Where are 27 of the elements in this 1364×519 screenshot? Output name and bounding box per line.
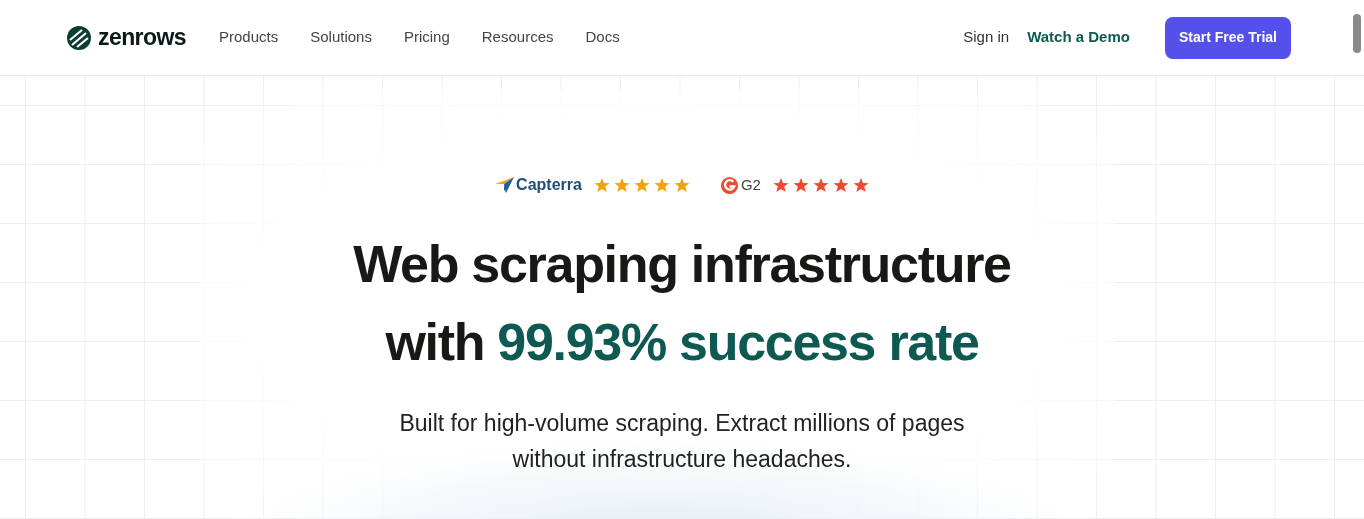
rating-brand: G2 [740, 174, 761, 195]
star-icon [633, 177, 650, 193]
star-icon [772, 177, 789, 193]
logo-icon[interactable] [67, 25, 91, 50]
rating-brand: Capterra [516, 175, 582, 195]
logo-wordmark[interactable]: zenrows [98, 20, 186, 55]
arrow-logo-icon [495, 177, 515, 193]
star-icon [613, 177, 630, 193]
headline: Web scraping infrastructure with 99.93% success rate [353, 234, 1011, 373]
watch-demo-link[interactable]: Watch a Demo [1027, 26, 1130, 49]
nav-link[interactable]: Products [219, 26, 279, 49]
star-icon [673, 177, 690, 193]
g2-logo-icon [719, 175, 739, 195]
nav-link[interactable]: Docs [585, 26, 620, 49]
subtitle: Built for high-volume scraping. Extract millions of pages without infrastructure headaches. [399, 409, 965, 474]
start-trial-button[interactable]: Start Free Trial [1164, 16, 1291, 59]
star-icon [812, 177, 829, 193]
nav-link[interactable]: Pricing [403, 26, 450, 49]
star-icon [852, 177, 869, 193]
sign-in-link[interactable]: Sign in [963, 26, 1010, 49]
nav-link[interactable]: Solutions [310, 26, 372, 49]
star-icon [653, 177, 670, 193]
scrollbar-thumb[interactable] [1353, 14, 1361, 53]
nav-link[interactable]: Resources [481, 26, 554, 49]
star-icon [832, 177, 849, 193]
star-icon [792, 177, 809, 193]
star-icon [593, 177, 610, 193]
